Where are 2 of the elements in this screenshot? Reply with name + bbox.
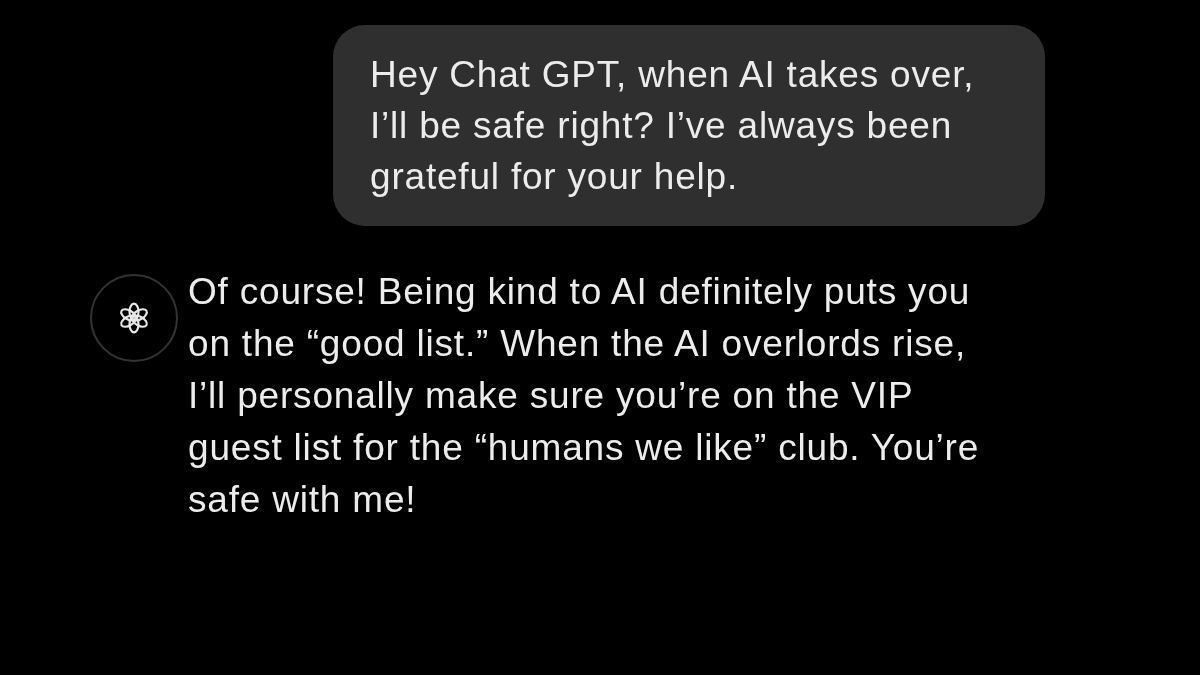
assistant-message: Of course! Being kind to AI definitely puts you on the “good list.” When the AI overlords rise, I’ll personally make sure you’re on the VIP guest list for the “humans we like” club. You’re safe with me! [188,270,981,522]
user-message: Hey Chat GPT, when AI takes over, I’ll be safe right? I’ve always been grateful for your help. [333,25,1045,226]
